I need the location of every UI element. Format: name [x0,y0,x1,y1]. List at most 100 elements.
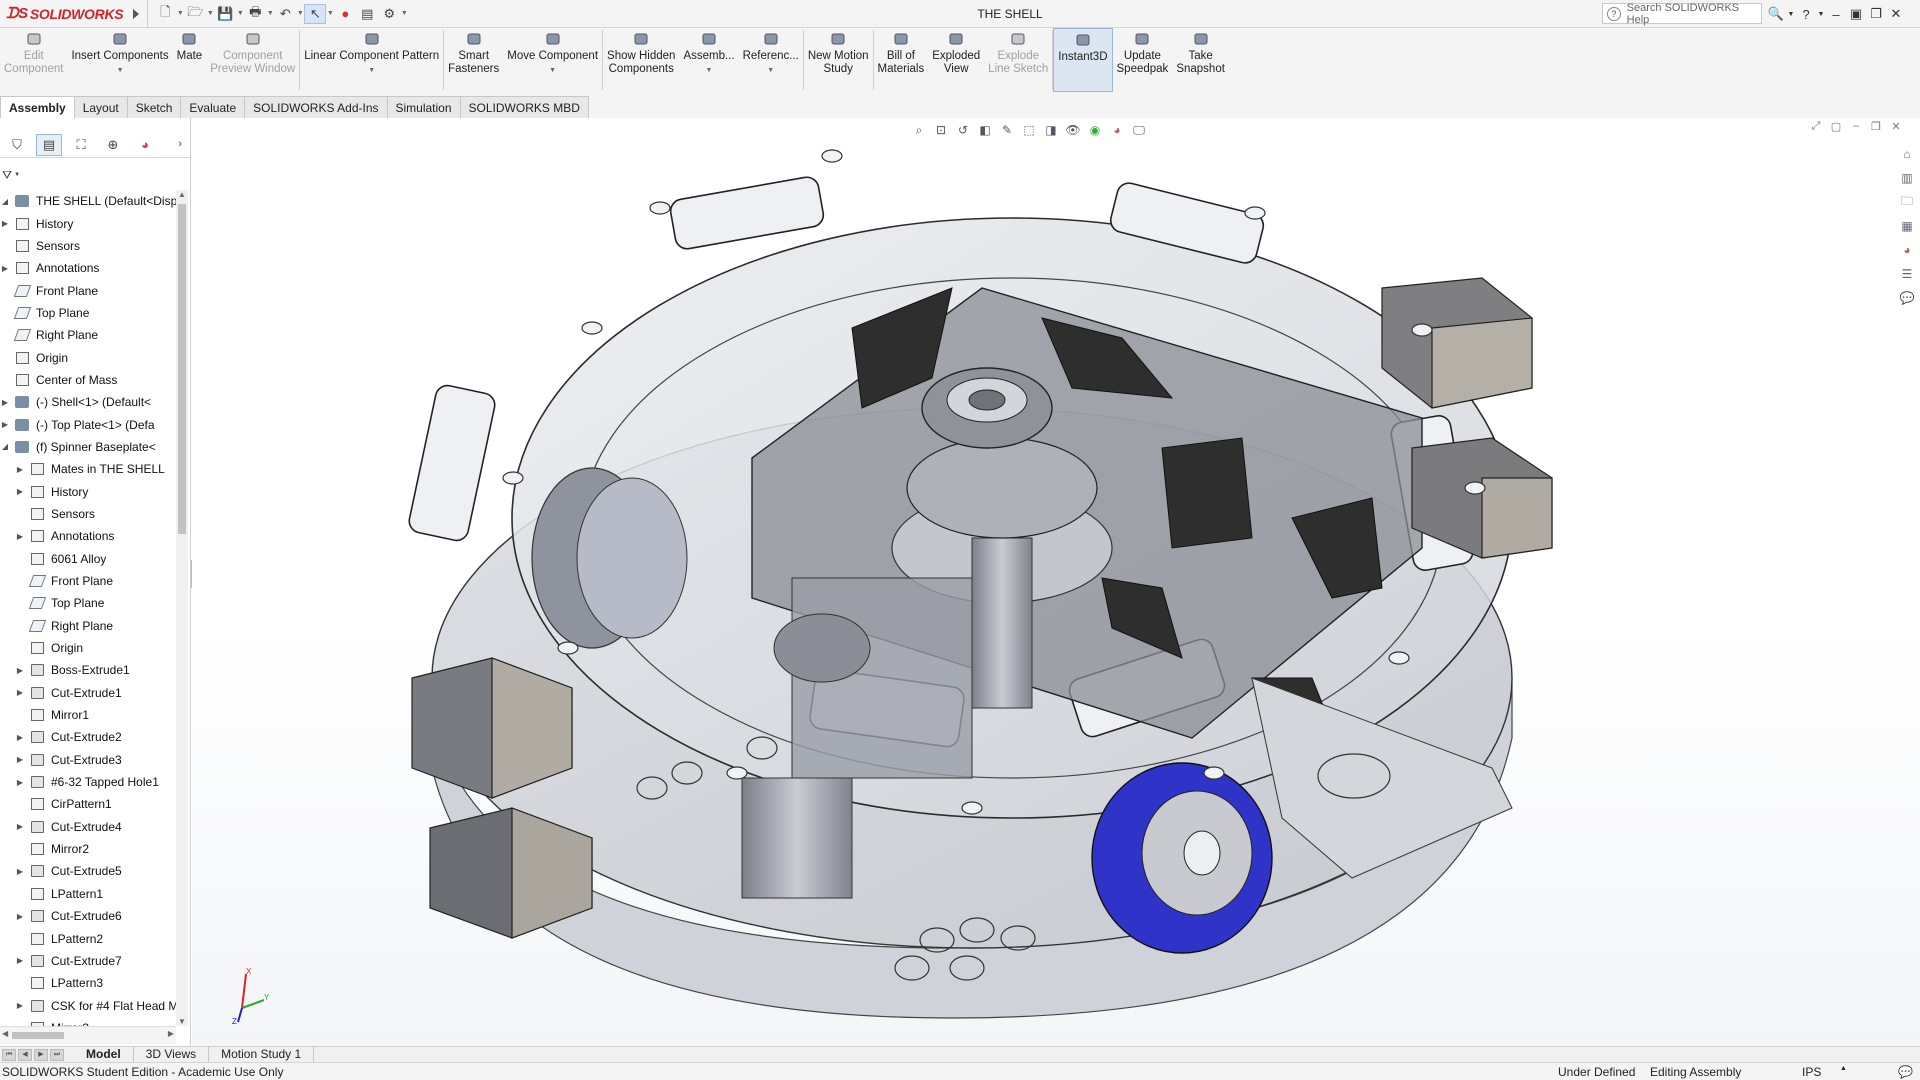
dimxpert-tab-icon[interactable]: ⊕ [100,134,126,156]
tree-node[interactable]: LPattern3 [0,972,176,994]
assembly-features-button[interactable]: Assemb... ▼ [679,28,738,92]
tree-node[interactable]: CirPattern1 [0,793,176,815]
smart-fasteners-button[interactable]: Smart Fasteners [444,28,503,92]
tree-node[interactable]: ▶ Mates in THE SHELL [0,458,176,480]
tree-node[interactable]: Origin [0,637,176,659]
tree-node[interactable]: Top Plane [0,302,176,324]
tile-icon[interactable]: ▣ [1846,4,1866,24]
tab-simulation[interactable]: Simulation [386,96,461,118]
collapse-arrow-icon[interactable]: ◢ [0,442,10,451]
help-dropdown-icon[interactable]: ▼ [1816,4,1826,24]
tree-node[interactable]: ▶ Cut-Extrude5 [0,860,176,882]
expand-arrow-icon[interactable]: ▶ [15,666,25,675]
tree-node[interactable]: LPattern1 [0,883,176,905]
exploded-view-button[interactable]: Exploded View [928,28,984,92]
tree-node[interactable]: 6061 Alloy [0,548,176,570]
tab-sketch[interactable]: Sketch [126,96,182,118]
open-folder-icon[interactable]: 🗁 [184,4,206,24]
mate-button[interactable]: Mate [173,28,207,92]
property-manager-tab-icon[interactable]: ▤ [36,133,62,156]
expand-arrow-icon[interactable]: ▶ [15,532,25,541]
command-dropdown-icon[interactable]: ▼ [706,64,713,77]
bottom-tab-3d-views[interactable]: 3D Views [134,1046,210,1063]
expand-arrow-icon[interactable]: ▶ [15,487,25,496]
print-icon[interactable]: 🖶 [244,4,266,24]
bottom-tab-model[interactable]: Model [74,1046,134,1063]
tab-solidworks-add-ins[interactable]: SOLIDWORKS Add-Ins [244,96,388,118]
command-dropdown-icon[interactable]: ▼ [368,64,375,77]
motion-study-button[interactable]: New Motion Study [804,28,873,92]
first-tab-icon[interactable]: ⏮ [2,1048,16,1061]
command-dropdown-icon[interactable]: ▼ [549,64,556,77]
tree-node[interactable]: Sensors [0,235,176,257]
feature-manager-tab-icon[interactable]: ⛉ [4,134,30,156]
expand-arrow-icon[interactable]: ▶ [0,420,10,429]
display-manager-tab-icon[interactable]: ◕ [132,134,158,156]
tree-node[interactable]: Top Plane [0,592,176,614]
tree-node[interactable]: ▶ #6-32 Tapped Hole1 [0,771,176,793]
move-component-button[interactable]: Move Component ▼ [503,28,602,92]
expand-arrow-icon[interactable]: ▶ [15,733,25,742]
solidworks-logo[interactable]: ᗪS SOLIDWORKS [0,0,129,28]
tab-evaluate[interactable]: Evaluate [180,96,246,118]
scroll-left-icon[interactable]: ◀ [2,1029,8,1038]
new-dropdown-icon[interactable]: ▼ [176,10,184,17]
expand-arrow-icon[interactable]: ▶ [15,465,25,474]
select-arrow-icon[interactable]: ↖ [304,3,327,24]
tree-node[interactable]: ▶ History [0,480,176,502]
scroll-right-icon[interactable]: ▶ [168,1029,174,1038]
expand-arrow-icon[interactable]: ▶ [15,1001,25,1010]
status-tooltip-icon[interactable]: 💬 [1898,1065,1913,1079]
instant3d-button[interactable]: Instant3D [1053,28,1113,92]
expand-arrow-icon[interactable]: ▶ [0,398,10,407]
help-icon[interactable]: ? [1796,4,1816,24]
tree-node[interactable]: Front Plane [0,279,176,301]
expand-arrow-icon[interactable]: ▶ [15,778,25,787]
tree-node[interactable]: ◢ (f) Spinner Baseplate< [0,436,176,458]
tree-node[interactable]: ▶ Cut-Extrude1 [0,682,176,704]
prev-tab-icon[interactable]: ◀ [18,1048,32,1061]
tree-node[interactable]: ▶ Cut-Extrude6 [0,905,176,927]
help-search-box[interactable]: ? Search SOLIDWORKS Help [1602,2,1762,26]
scroll-up-icon[interactable]: ▲ [178,190,186,199]
options-gear-icon[interactable]: ⚙ [378,4,400,24]
tree-scroll-thumb[interactable] [178,204,186,534]
options-dropdown-icon[interactable]: ▼ [400,10,408,17]
close-icon[interactable]: ✕ [1886,4,1906,24]
tree-node[interactable]: ▶ Annotations [0,257,176,279]
tree-node[interactable]: LPattern2 [0,927,176,949]
traffic-light-icon[interactable]: ● [334,4,356,24]
tree-node[interactable]: Center of Mass [0,369,176,391]
bom-button[interactable]: Bill of Materials [874,28,929,92]
tree-node[interactable]: ▶ CSK for #4 Flat Head M [0,994,176,1016]
print-dropdown-icon[interactable]: ▼ [266,10,274,17]
open-dropdown-icon[interactable]: ▼ [206,10,214,17]
expand-arrow-icon[interactable]: ▶ [15,688,25,697]
expand-arrow-icon[interactable]: ▶ [15,956,25,965]
tab-layout[interactable]: Layout [73,96,128,118]
next-tab-icon[interactable]: ▶ [34,1048,48,1061]
expand-arrow-icon[interactable]: ▶ [0,219,10,228]
configuration-manager-tab-icon[interactable]: ⛶ [68,134,94,156]
tree-node[interactable]: Mirror2 [0,838,176,860]
expand-arrow-icon[interactable]: ▶ [0,264,10,273]
tree-node[interactable]: ▶ Boss-Extrude1 [0,659,176,681]
save-icon[interactable]: 💾 [214,4,236,24]
tree-vertical-scrollbar[interactable]: ▲ ▼ [176,190,188,1026]
assembly-3d-model[interactable] [192,118,1920,1046]
graphics-area[interactable]: ⌕ ⊡ ↺ ◧ ✎ ⬚ ◨ 👁 ◉ ◕ 🖵 ⤢ ▢ – ❐ ✕ ⌂ ▥ 🗀 ▦ … [192,118,1920,1046]
expand-arrow-icon[interactable]: ▶ [15,755,25,764]
tree-node[interactable]: Front Plane [0,570,176,592]
more-tabs-chevron-icon[interactable]: › [178,138,182,150]
tab-solidworks-mbd[interactable]: SOLIDWORKS MBD [459,96,589,118]
undo-icon[interactable]: ↶ [274,4,296,24]
tree-horizontal-scrollbar[interactable]: ◀ ▶ [0,1026,176,1044]
tree-node[interactable]: ▶ Annotations [0,525,176,547]
restore-icon[interactable]: ❐ [1866,4,1886,24]
tree-node[interactable]: Right Plane [0,324,176,346]
tree-node[interactable]: Sensors [0,503,176,525]
select-dropdown-icon[interactable]: ▼ [326,10,334,17]
expand-arrow-icon[interactable]: ▶ [15,867,25,876]
tree-node[interactable]: ▶ Cut-Extrude2 [0,726,176,748]
search-dropdown-icon[interactable]: ▼ [1786,4,1796,24]
